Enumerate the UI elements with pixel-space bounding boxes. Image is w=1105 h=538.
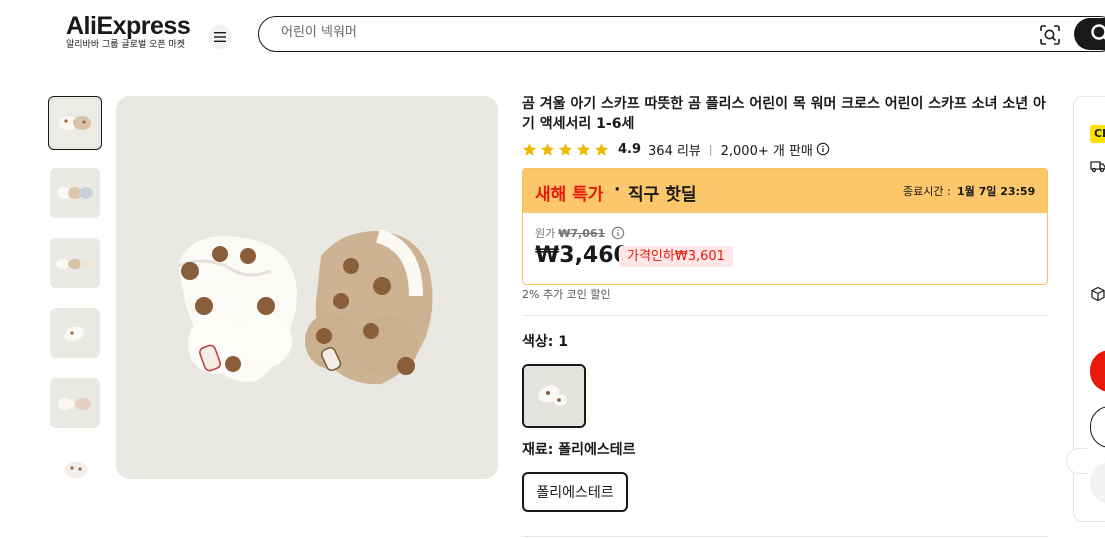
scarf-product-photo — [116, 96, 498, 479]
package-icon — [1091, 286, 1105, 302]
thumbnail-1[interactable] — [48, 96, 102, 150]
deal-end-label: 종료시간 : — [903, 185, 951, 198]
thumbnail-6[interactable] — [50, 448, 100, 480]
scarf-thumbnail-image — [50, 448, 100, 480]
scarf-thumbnail-image — [52, 100, 98, 146]
info-icon[interactable] — [816, 142, 830, 156]
scarf-thumbnail-image — [50, 308, 100, 358]
star-icon — [577, 142, 590, 156]
star-icon — [523, 142, 536, 156]
rating-row: 4.9 364 리뷰 | 2,000+ 개 판매 — [522, 140, 830, 159]
product-title: 곰 겨울 아기 스카프 따뜻한 곰 플리스 어린이 목 워머 크로스 어린이 스… — [522, 96, 1046, 132]
scarf-thumbnail-image — [50, 168, 100, 218]
thumbnail-2[interactable] — [50, 168, 100, 218]
truck-icon — [1090, 161, 1105, 173]
color-option-label: 색상: 1 — [522, 334, 568, 350]
thumbnail-4[interactable] — [50, 308, 100, 358]
main-product-image[interactable] — [116, 96, 498, 479]
divider — [522, 315, 1048, 316]
hamburger-menu-icon — [214, 32, 226, 42]
aliexpress-logo[interactable]: AliExpress 알리바바 그룹 글로벌 오픈 마켓 — [66, 12, 191, 51]
discount-badge: 가격인하₩3,601 — [619, 246, 733, 267]
star-icon — [541, 142, 554, 156]
star-icon — [595, 142, 608, 156]
sold-count: 2,000+ 개 판매 — [720, 143, 813, 159]
original-price: ₩7,061 — [558, 226, 606, 240]
separator: | — [708, 142, 713, 156]
deal-separator: · — [614, 180, 621, 200]
star-icon — [559, 142, 572, 156]
logo-tagline: 알리바바 그룹 글로벌 오픈 마켓 — [66, 40, 186, 50]
review-count-link[interactable]: 364 리뷰 — [648, 140, 701, 159]
deal-subtitle: 직구 핫딜 — [628, 185, 697, 205]
deal-header: 새해 특가 · 직구 핫딜 종료시간 : 1월 7일 23:59 — [523, 169, 1047, 213]
scarf-swatch-image — [524, 366, 584, 426]
original-price-row: 원가 ₩7,061 — [535, 225, 625, 241]
thumbnail-3[interactable] — [50, 238, 100, 288]
deal-end-time: 1월 7일 23:59 — [957, 185, 1036, 198]
search-bar — [258, 16, 1105, 52]
thumbnail-5[interactable] — [50, 378, 100, 428]
image-search-icon[interactable] — [1039, 24, 1061, 46]
choice-badge: Ch — [1090, 125, 1105, 143]
search-icon — [1091, 24, 1105, 40]
rating-value: 4.9 — [618, 141, 642, 157]
panel-arrow-button[interactable] — [1066, 448, 1088, 474]
menu-button[interactable] — [208, 25, 232, 49]
search-button[interactable] — [1074, 18, 1105, 50]
material-option-polyester[interactable]: 폴리에스테르 — [522, 472, 628, 512]
deal-box: 새해 특가 · 직구 핫딜 종료시간 : 1월 7일 23:59 원가 ₩7,0… — [522, 168, 1048, 285]
color-swatch-1[interactable] — [522, 364, 586, 428]
divider — [522, 536, 1048, 537]
material-option-label: 재료: 폴리에스테르 — [522, 442, 636, 458]
deal-name: 새해 특가 — [535, 185, 604, 205]
current-price: ₩3,460 — [535, 243, 629, 268]
info-icon[interactable] — [611, 226, 625, 240]
search-input[interactable] — [281, 25, 981, 40]
scarf-thumbnail-image — [50, 238, 100, 288]
scarf-thumbnail-image — [50, 378, 100, 428]
logo-wordmark: AliExpress — [66, 12, 191, 40]
original-price-label: 원가 — [535, 227, 556, 240]
thumbnail-list — [48, 96, 104, 480]
coin-discount-text: 2% 추가 코인 할인 — [522, 288, 611, 301]
